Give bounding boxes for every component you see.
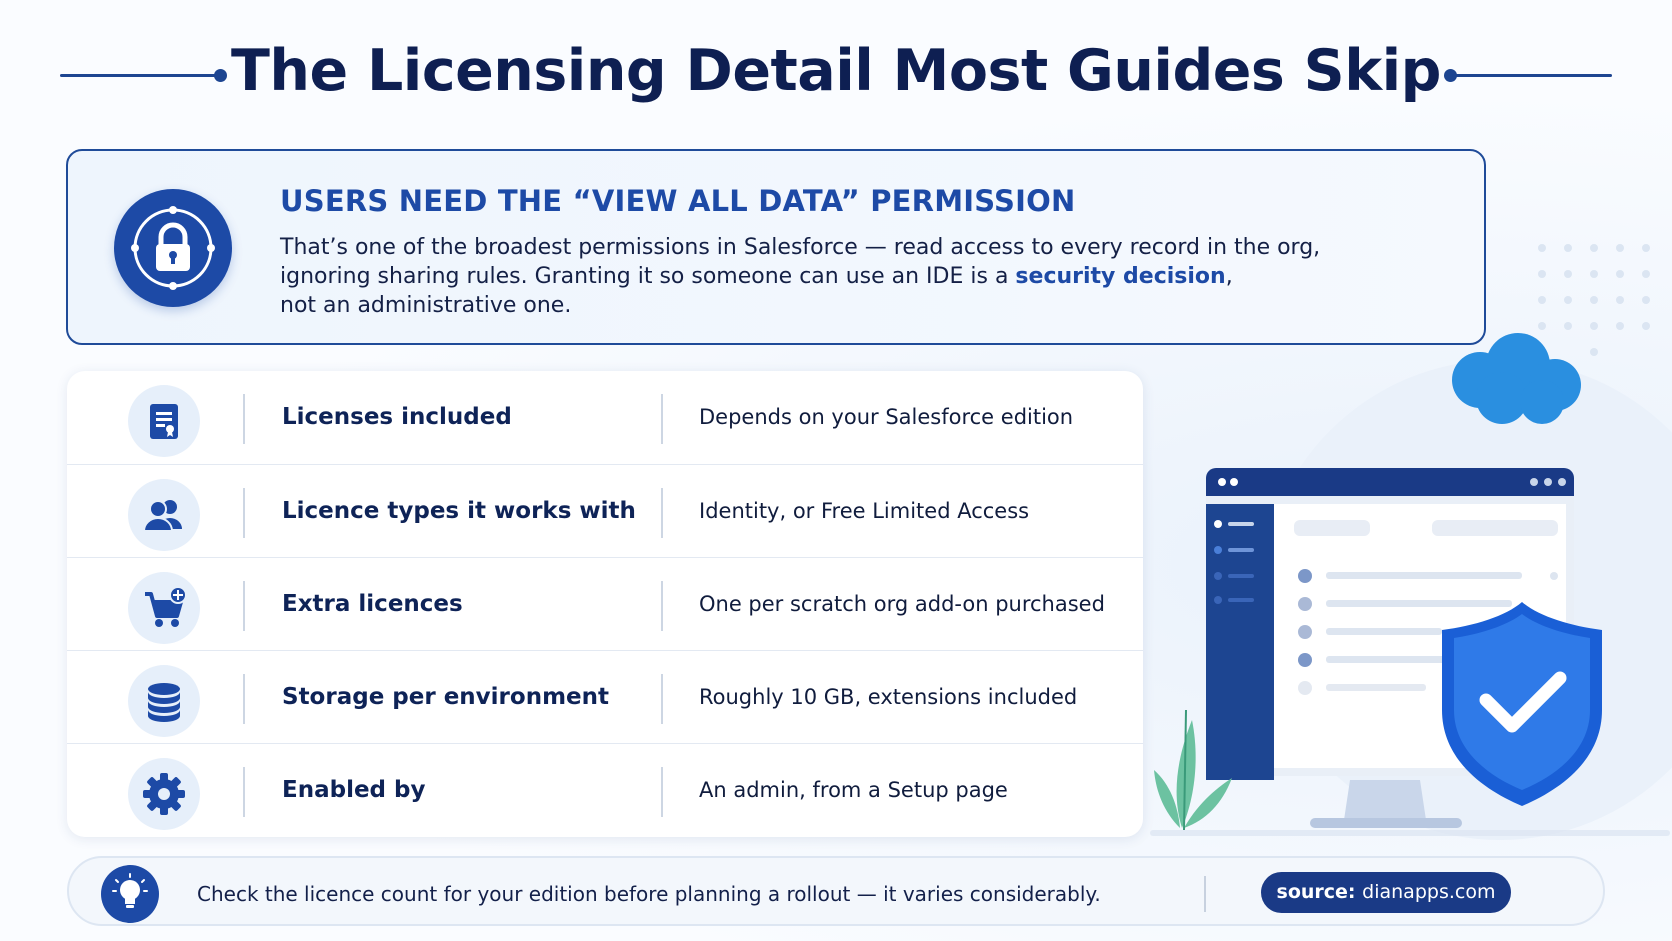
gear-icon (128, 758, 200, 830)
security-illustration (1150, 230, 1672, 850)
row-divider (661, 394, 663, 444)
source-value: dianapps.com (1362, 881, 1496, 903)
page-title: The Licensing Detail Most Guides Skip (231, 38, 1441, 104)
cloud-icon (1452, 333, 1581, 424)
tip-footer: Check the licence count for your edition… (67, 856, 1605, 926)
lock-icon (114, 189, 232, 307)
row-value: Depends on your Salesforce edition (699, 405, 1074, 429)
title-divider-right (1452, 74, 1612, 77)
cart-add-icon (128, 572, 200, 644)
row-value: Identity, or Free Limited Access (699, 499, 1030, 523)
table-row: Storage per environment Roughly 10 GB, e… (67, 650, 1143, 743)
monitor-sidebar (1206, 504, 1274, 780)
table-row: Extra licences One per scratch org add-o… (67, 557, 1143, 650)
database-icon (128, 665, 200, 737)
row-divider (661, 674, 663, 724)
row-divider (661, 767, 663, 817)
row-divider (661, 581, 663, 631)
table-row: Licence types it works with Identity, or… (67, 464, 1143, 557)
dot-grid-decoration (1538, 244, 1650, 356)
row-label: Extra licences (282, 591, 463, 617)
tip-text: Check the licence count for your edition… (197, 882, 1101, 906)
lightbulb-icon (101, 865, 159, 923)
source-badge: source: dianapps.com (1261, 872, 1511, 913)
callout-heading: USERS NEED THE “VIEW ALL DATA” PERMISSIO… (280, 184, 1076, 218)
monitor-shield-graphic (1150, 244, 1670, 836)
table-row: Licenses included Depends on your Salesf… (67, 371, 1143, 464)
row-divider (243, 394, 245, 444)
row-label: Storage per environment (282, 684, 610, 710)
licensing-table: Licenses included Depends on your Salesf… (67, 371, 1143, 837)
title-row: The Licensing Detail Most Guides Skip (0, 38, 1672, 118)
monitor-stand (1344, 780, 1426, 820)
row-label: Licenses included (282, 404, 512, 430)
row-divider (243, 488, 245, 538)
row-label: Enabled by (282, 777, 426, 803)
row-value: An admin, from a Setup page (699, 778, 1008, 802)
row-value: One per scratch org add-on purchased (699, 592, 1105, 616)
license-document-icon (128, 385, 200, 457)
footer-divider (1204, 876, 1206, 912)
table-row: Enabled by An admin, from a Setup page (67, 743, 1143, 836)
row-label: Licence types it works with (282, 498, 636, 524)
users-icon (128, 479, 200, 551)
callout-line-2-text: ignoring sharing rules. Granting it so s… (280, 264, 1016, 289)
row-divider (243, 581, 245, 631)
row-divider (243, 767, 245, 817)
row-value: Roughly 10 GB, extensions included (699, 685, 1078, 709)
row-divider (661, 488, 663, 538)
source-label: source: (1276, 881, 1356, 903)
row-divider (243, 674, 245, 724)
